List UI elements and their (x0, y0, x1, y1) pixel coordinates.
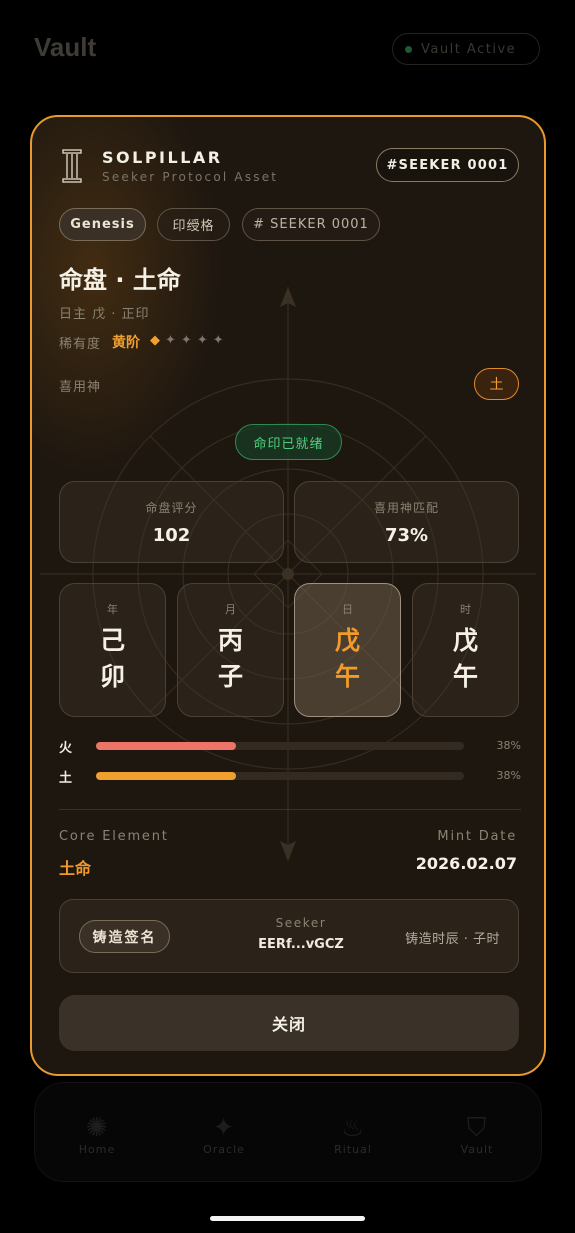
pillar-branch: 卯 (99, 662, 125, 691)
star-empty-icon: ✦ (180, 333, 192, 348)
pillar-label: 年 (107, 603, 118, 616)
pillar-stem: 戊 (334, 626, 360, 655)
element-bar-fill (96, 742, 236, 750)
star-empty-icon: ✦ (212, 333, 224, 348)
pillar-branch: 午 (452, 662, 478, 691)
serial-badge: #SEEKER 0001 (376, 148, 519, 182)
element-bar-track (96, 742, 464, 750)
seal-ready-badge: 命印已就绪 (235, 424, 342, 460)
stat-label: 喜用神匹配 (373, 501, 439, 515)
tag-serial: # SEEKER 0001 (242, 208, 380, 241)
element-name: 土 (59, 771, 73, 786)
seeker-address: EERf...vGCZ (258, 937, 344, 952)
pillar-label: 日 (342, 603, 353, 616)
element-percent: 38% (496, 739, 521, 752)
flame-icon: ♨ (340, 1113, 366, 1143)
stat-card-match: 喜用神匹配 73% (294, 481, 519, 563)
stat-value: 73% (384, 525, 429, 546)
element-bar-fire: 火 38% (59, 739, 521, 756)
nav-item-ritual[interactable]: ♨ Ritual (313, 1113, 393, 1156)
pillar-branch: 子 (217, 662, 243, 691)
favorable-element-badge: 土 (474, 368, 519, 400)
rarity-label: 稀有度 (59, 337, 102, 352)
status-dot (405, 45, 412, 53)
seeker-label: Seeker (275, 916, 327, 930)
mint-signature-button[interactable]: 铸造签名 (79, 920, 170, 953)
pillar-day[interactable]: 日 戊 午 (294, 583, 401, 717)
pillar-logo-icon (62, 149, 82, 183)
page-title: Vault (34, 32, 97, 62)
favorable-element-label: 喜用神 (59, 380, 102, 395)
rarity-stars: ◆ ✦ ✦ ✦ ✦ (150, 333, 224, 348)
star-icon: ✦ (212, 1113, 236, 1143)
nav-item-home[interactable]: ✺ Home (57, 1113, 137, 1156)
asset-card-modal: SOLPILLAR Seeker Protocol Asset #SEEKER … (30, 115, 546, 1076)
sparkle-icon: ✺ (85, 1113, 109, 1143)
pillar-label: 时 (460, 603, 471, 616)
tag-seal-pattern: 印绶格 (157, 208, 230, 241)
core-element-label: Core Element (59, 829, 169, 844)
pillar-hour[interactable]: 时 戊 午 (412, 583, 519, 717)
pillar-stem: 丙 (217, 626, 243, 655)
element-percent: 38% (496, 769, 521, 782)
fate-chart-title: 命盘 · 土命 (59, 266, 181, 294)
nav-item-vault[interactable]: ⛉ Vault (437, 1113, 517, 1156)
star-empty-icon: ✦ (165, 333, 176, 348)
brand-subtitle: Seeker Protocol Asset (102, 170, 279, 184)
bottom-nav: ✺ Home ✦ Oracle ♨ Ritual ⛉ Vault (34, 1082, 542, 1182)
pillar-label: 月 (225, 603, 236, 616)
nav-label-vault: Vault (460, 1143, 494, 1156)
stat-value: 102 (152, 525, 191, 546)
element-bar-track (96, 772, 464, 780)
star-empty-icon: ✦ (196, 333, 208, 348)
stat-label: 命盘评分 (145, 501, 198, 515)
nav-label-home: Home (78, 1143, 116, 1156)
shield-icon: ⛉ (466, 1113, 488, 1143)
mint-date-value: 2026.02.07 (415, 854, 517, 873)
divider (59, 809, 521, 810)
star-filled-icon: ◆ (150, 333, 160, 348)
tag-genesis: Genesis (59, 208, 146, 241)
vault-status-label: Vault Active (421, 41, 517, 57)
home-indicator (210, 1216, 365, 1221)
pillar-stem: 戊 (452, 626, 478, 655)
nav-label-oracle: Oracle (203, 1143, 245, 1156)
element-name: 火 (59, 741, 73, 756)
daymaster-text: 日主 戊 · 正印 (59, 307, 150, 322)
stat-card-score: 命盘评分 102 (59, 481, 284, 563)
brand-name: SOLPILLAR (102, 148, 223, 167)
close-button[interactable]: 关闭 (59, 995, 519, 1051)
pillar-year[interactable]: 年 己 卯 (59, 583, 166, 717)
vault-status-badge: Vault Active (392, 33, 540, 65)
core-element-value: 土命 (59, 859, 92, 878)
nav-label-ritual: Ritual (334, 1143, 372, 1156)
signature-panel: 铸造签名 Seeker EERf...vGCZ 铸造时辰 · 子时 (59, 899, 519, 973)
nav-item-oracle[interactable]: ✦ Oracle (184, 1113, 264, 1156)
mint-time: 铸造时辰 · 子时 (405, 932, 500, 947)
pillar-month[interactable]: 月 丙 子 (177, 583, 284, 717)
mint-date-label: Mint Date (437, 829, 517, 844)
element-bar-earth: 土 38% (59, 769, 521, 786)
pillar-branch: 午 (334, 662, 360, 691)
pillar-stem: 己 (99, 626, 125, 655)
element-bar-fill (96, 772, 236, 780)
rarity-value: 黄阶 (112, 335, 140, 351)
